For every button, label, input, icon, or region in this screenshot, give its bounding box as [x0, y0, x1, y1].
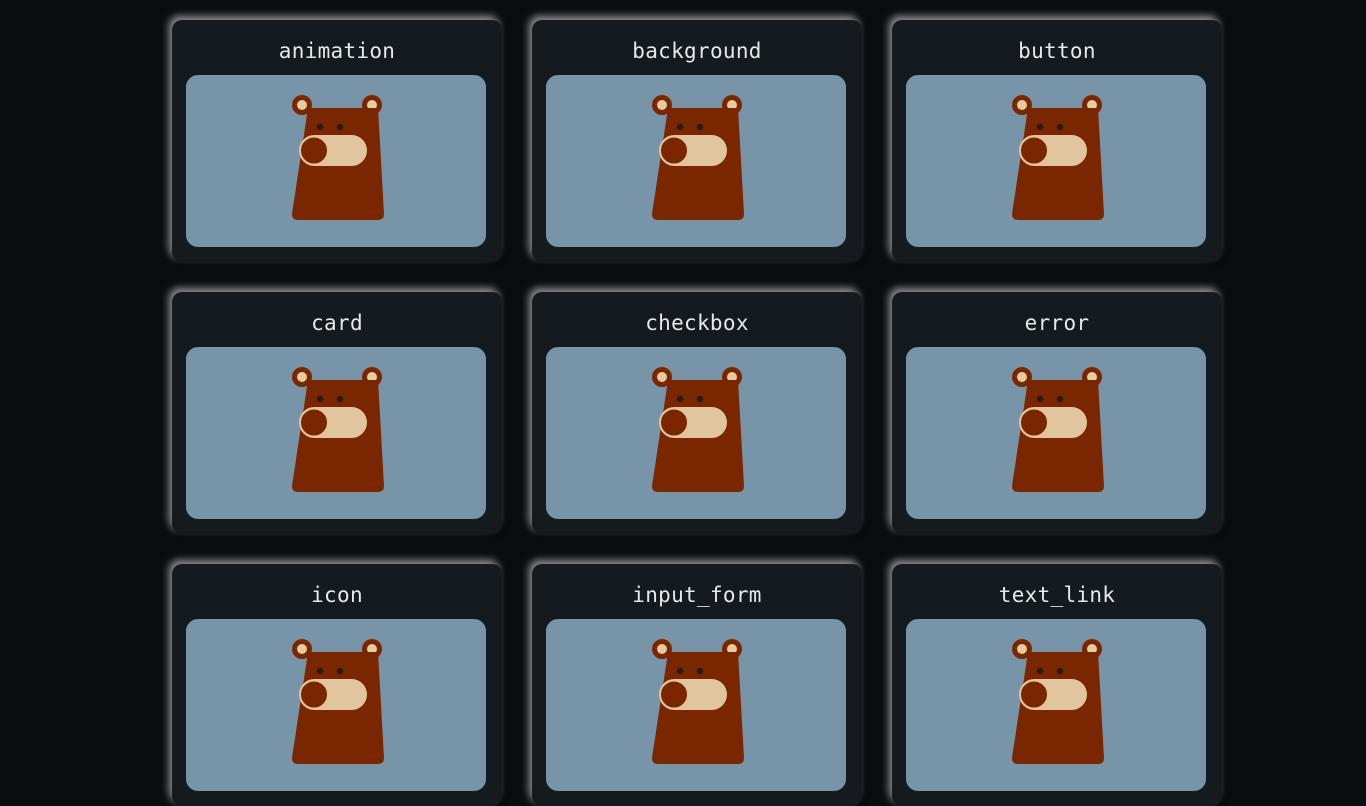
card-title: input_form [632, 583, 762, 607]
card-icon[interactable]: icon [172, 564, 502, 806]
card-preview[interactable] [186, 75, 486, 247]
card-text-link[interactable]: text_link [892, 564, 1222, 806]
bear-toggle-icon [651, 94, 747, 222]
bear-toggle-icon [1011, 366, 1107, 494]
card-error[interactable]: error [892, 292, 1222, 534]
bear-toggle-icon [1011, 638, 1107, 766]
bear-toggle-icon [651, 366, 747, 494]
card-preview[interactable] [906, 347, 1206, 519]
card-button[interactable]: button [892, 20, 1222, 262]
card-checkbox[interactable]: checkbox [532, 292, 862, 534]
component-grid: animation background button card checkbo… [172, 20, 1222, 806]
card-background[interactable]: background [532, 20, 862, 262]
card-preview[interactable] [906, 75, 1206, 247]
card-title: card [311, 311, 363, 335]
bear-toggle-icon [291, 366, 387, 494]
card-title: animation [278, 39, 396, 63]
card-title: background [632, 39, 762, 63]
card-title: button [1018, 39, 1096, 63]
card-title: text_link [998, 583, 1116, 607]
card-preview[interactable] [546, 75, 846, 247]
bear-toggle-icon [291, 94, 387, 222]
card-title: checkbox [645, 311, 749, 335]
card-preview[interactable] [186, 347, 486, 519]
bear-toggle-icon [1011, 94, 1107, 222]
bear-toggle-icon [291, 638, 387, 766]
card-preview[interactable] [186, 619, 486, 791]
card-title: error [1024, 311, 1090, 335]
card-preview[interactable] [546, 347, 846, 519]
card-animation[interactable]: animation [172, 20, 502, 262]
card-preview[interactable] [906, 619, 1206, 791]
bear-toggle-icon [651, 638, 747, 766]
card-title: icon [311, 583, 363, 607]
card-input-form[interactable]: input_form [532, 564, 862, 806]
card-card[interactable]: card [172, 292, 502, 534]
card-preview[interactable] [546, 619, 846, 791]
